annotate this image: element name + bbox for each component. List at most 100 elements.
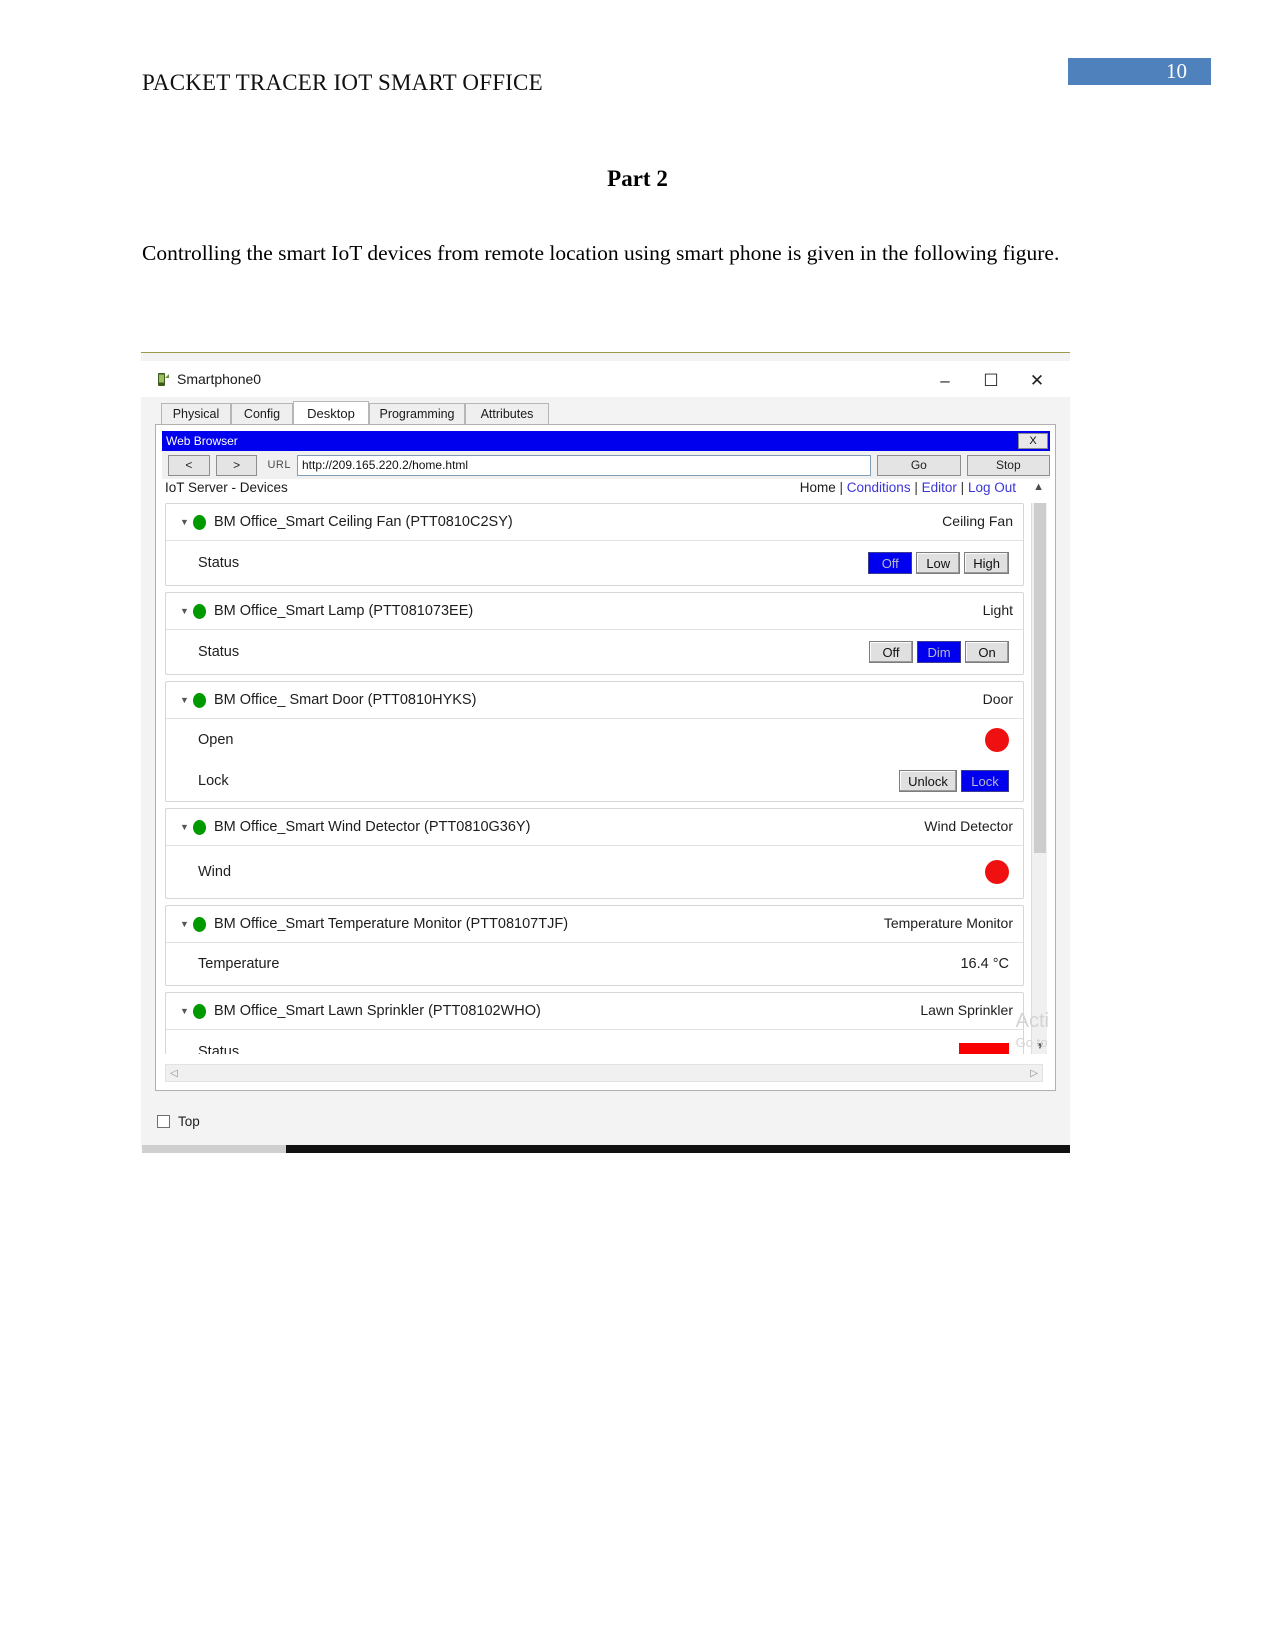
minimize-icon[interactable]: – <box>922 369 968 393</box>
nav-link-editor[interactable]: Editor <box>922 480 957 495</box>
desktop-panel: Web Browser X < > URL http://209.165.220… <box>155 424 1056 1091</box>
temperature-value-wrap: 16.4 °C <box>960 956 1009 972</box>
led-icon <box>985 728 1009 752</box>
go-button[interactable]: Go <box>877 454 961 476</box>
device-body: Status Off Low High <box>166 541 1023 585</box>
temperature-value: 16.4 °C <box>960 956 1009 972</box>
device-type: Light <box>982 602 1013 618</box>
tab-config[interactable]: Config <box>231 403 293 425</box>
nav-link-conditions[interactable]: Conditions <box>847 480 911 495</box>
figure-screenshot: Smartphone0 – ☐ ✕ Physical Config Deskto… <box>141 352 1070 1152</box>
chevron-down-icon[interactable]: ▼ <box>180 1006 190 1016</box>
chevron-down-icon[interactable]: ▼ <box>180 822 190 832</box>
smartphone-window: Smartphone0 – ☐ ✕ Physical Config Deskto… <box>141 352 1070 1148</box>
row-label: Lock <box>198 773 229 789</box>
page-nav: IoT Server - Devices Home | Conditions |… <box>162 479 1050 501</box>
scroll-up-icon[interactable]: ▲ <box>1033 481 1044 493</box>
tab-desktop[interactable]: Desktop <box>293 401 369 425</box>
lamp-dim-button[interactable]: Dim <box>917 641 961 663</box>
device-name: BM Office_Smart Temperature Monitor (PTT… <box>214 916 569 932</box>
document-header: PACKET TRACER IOT SMART OFFICE 10 <box>0 0 1275 120</box>
device-header[interactable]: ▼ BM Office_Smart Lamp (PTT081073EE) Lig… <box>166 593 1023 630</box>
tab-programming[interactable]: Programming <box>369 403 465 425</box>
page-horizontal-scrollbar[interactable]: ◁ ▷ <box>165 1064 1043 1082</box>
device-header[interactable]: ▼ BM Office_ Smart Door (PTT0810HYKS) Do… <box>166 682 1023 719</box>
window-controls: – ☐ ✕ <box>922 369 1060 393</box>
fan-high-button[interactable]: High <box>964 552 1009 574</box>
device-type: Wind Detector <box>924 818 1013 834</box>
device-body: Temperature 16.4 °C <box>166 943 1023 985</box>
segmented-control: Unlock Lock <box>895 770 1009 792</box>
door-lock-button[interactable]: Lock <box>961 770 1009 792</box>
status-dot <box>193 1003 206 1019</box>
door-unlock-button[interactable]: Unlock <box>899 770 957 792</box>
page-vertical-scrollbar[interactable]: ▼ <box>1031 503 1047 1054</box>
device-header[interactable]: ▼ BM Office_Smart Temperature Monitor (P… <box>166 906 1023 943</box>
figure-bottom-edge-left <box>142 1145 286 1153</box>
tab-physical[interactable]: Physical <box>161 403 231 425</box>
top-checkbox-label: Top <box>178 1113 200 1129</box>
page-number-badge: 10 <box>1068 58 1211 85</box>
fan-off-button[interactable]: Off <box>868 552 913 574</box>
tab-attributes[interactable]: Attributes <box>465 403 549 425</box>
device-card-door: ▼ BM Office_ Smart Door (PTT0810HYKS) Do… <box>165 681 1024 802</box>
device-header[interactable]: ▼ BM Office_Smart Ceiling Fan (PTT0810C2… <box>166 504 1023 541</box>
window-title: Smartphone0 <box>177 371 262 387</box>
header-title: PACKET TRACER IOT SMART OFFICE <box>142 70 543 95</box>
top-checkbox[interactable] <box>157 1114 170 1128</box>
device-body: Wind <box>166 846 1023 898</box>
device-card-ceiling-fan: ▼ BM Office_Smart Ceiling Fan (PTT0810C2… <box>165 503 1024 586</box>
device-row: Wind <box>166 846 1023 898</box>
open-indicator <box>985 728 1009 752</box>
chevron-down-icon[interactable]: ▼ <box>180 606 190 616</box>
device-card-lamp: ▼ BM Office_Smart Lamp (PTT081073EE) Lig… <box>165 592 1024 675</box>
chevron-right-icon[interactable]: ▷ <box>1030 1068 1038 1079</box>
part-title: Part 2 <box>607 166 668 191</box>
lamp-on-button[interactable]: On <box>965 641 1009 663</box>
device-name: BM Office_Smart Wind Detector (PTT0810G3… <box>214 819 531 835</box>
device-name: BM Office_ Smart Door (PTT0810HYKS) <box>214 692 477 708</box>
device-type: Lawn Sprinkler <box>920 1002 1013 1018</box>
browser-titlebar: Web Browser X <box>162 431 1050 451</box>
stop-button[interactable]: Stop <box>966 454 1051 476</box>
nav-link-logout[interactable]: Log Out <box>968 480 1016 495</box>
status-dot <box>193 916 206 932</box>
device-body: Status <box>166 1030 1023 1054</box>
status-dot <box>193 514 206 530</box>
maximize-icon[interactable]: ☐ <box>968 369 1014 393</box>
fan-low-button[interactable]: Low <box>916 552 961 574</box>
url-input[interactable]: http://209.165.220.2/home.html <box>296 454 872 476</box>
device-icon <box>158 373 169 386</box>
browser-title-label: Web Browser <box>166 434 238 448</box>
device-name: BM Office_Smart Ceiling Fan (PTT0810C2SY… <box>214 514 513 530</box>
wind-indicator <box>985 860 1009 884</box>
sprinkler-indicator <box>959 1043 1009 1054</box>
device-card-wind-detector: ▼ BM Office_Smart Wind Detector (PTT0810… <box>165 808 1024 899</box>
device-row: Status <box>166 1030 1023 1054</box>
led-icon <box>985 860 1009 884</box>
row-label: Status <box>198 1044 240 1054</box>
nav-link-home[interactable]: Home <box>800 480 836 495</box>
device-header[interactable]: ▼ BM Office_Smart Lawn Sprinkler (PTT081… <box>166 993 1023 1030</box>
chevron-down-icon[interactable]: ▼ <box>180 695 190 705</box>
browser-toolbar: < > URL http://209.165.220.2/home.html G… <box>162 452 1051 478</box>
close-icon[interactable]: ✕ <box>1014 369 1060 393</box>
web-browser-window: Web Browser X < > URL http://209.165.220… <box>162 431 1051 1086</box>
row-label: Open <box>198 732 234 748</box>
back-button[interactable]: < <box>168 454 210 476</box>
device-header[interactable]: ▼ BM Office_Smart Wind Detector (PTT0810… <box>166 809 1023 846</box>
device-name: BM Office_Smart Lamp (PTT081073EE) <box>214 603 474 619</box>
body-paragraph: Controlling the smart IoT devices from r… <box>142 241 1060 265</box>
forward-button[interactable]: > <box>215 454 258 476</box>
page-heading: IoT Server - Devices <box>165 480 288 495</box>
nav-separator-1: | <box>839 480 844 495</box>
scrollbar-thumb[interactable] <box>1034 503 1046 853</box>
watermark-line-1: Acti <box>1015 1010 1049 1032</box>
lamp-off-button[interactable]: Off <box>869 641 913 663</box>
url-label: URL <box>267 459 291 471</box>
chevron-left-icon[interactable]: ◁ <box>170 1068 178 1079</box>
chevron-down-icon[interactable]: ▼ <box>180 919 190 929</box>
browser-close-button[interactable]: X <box>1018 433 1048 449</box>
window-titlebar: Smartphone0 – ☐ ✕ <box>141 361 1070 397</box>
chevron-down-icon[interactable]: ▼ <box>180 517 190 527</box>
